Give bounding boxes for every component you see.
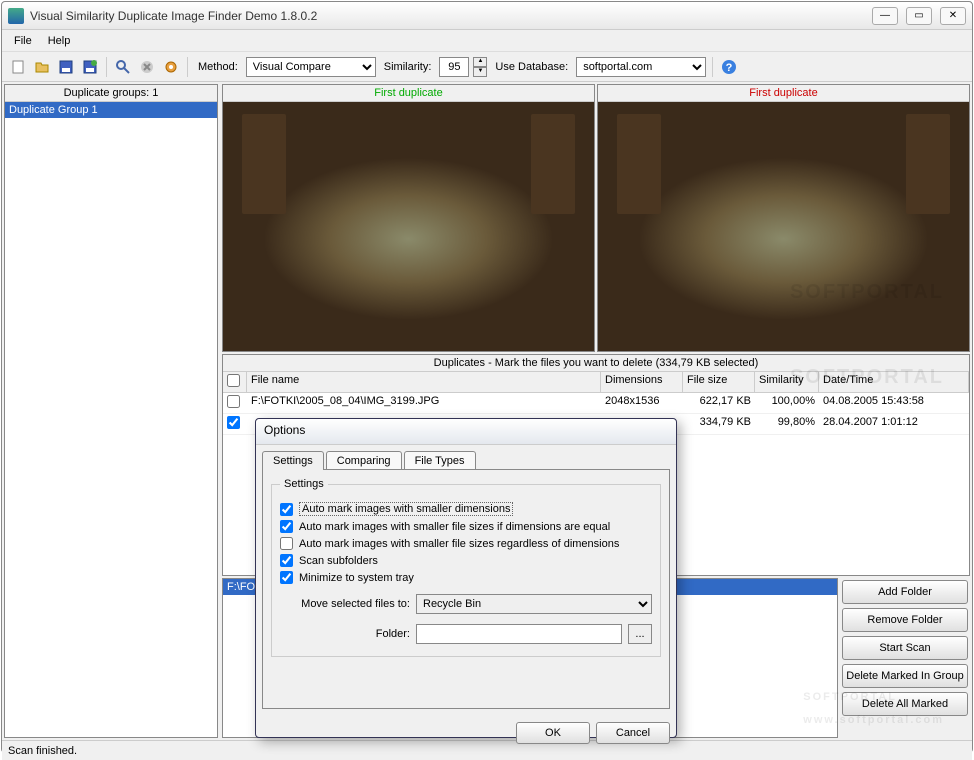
tab-filetypes[interactable]: File Types [404, 451, 476, 470]
move-to-select[interactable]: Recycle Bin [416, 594, 652, 614]
menu-help[interactable]: Help [40, 33, 79, 49]
settings-fieldset: Settings Auto mark images with smaller d… [271, 478, 661, 657]
col-filename[interactable]: File name [247, 372, 601, 392]
folder-label: Folder: [280, 628, 410, 640]
action-buttons: Add Folder Remove Folder Start Scan Dele… [840, 578, 970, 738]
row-checkbox[interactable] [227, 395, 240, 408]
add-folder-button[interactable]: Add Folder [842, 580, 968, 604]
cb-label: Auto mark images with smaller file sizes… [299, 538, 619, 550]
table-header: File name Dimensions File size Similarit… [223, 372, 969, 393]
cell-datetime: 28.04.2007 1:01:12 [819, 414, 969, 434]
start-scan-button[interactable]: Start Scan [842, 636, 968, 660]
settings-icon[interactable] [161, 57, 181, 77]
preview-right: First duplicate [597, 84, 970, 352]
move-to-label: Move selected files to: [280, 598, 410, 610]
preview-left: First duplicate [222, 84, 595, 352]
search-icon[interactable] [113, 57, 133, 77]
help-icon[interactable]: ? [719, 57, 739, 77]
col-dimensions[interactable]: Dimensions [601, 372, 683, 392]
status-text: Scan finished. [8, 745, 77, 757]
new-icon[interactable] [8, 57, 28, 77]
maximize-button[interactable]: ▭ [906, 7, 932, 25]
fieldset-legend: Settings [280, 478, 328, 490]
cell-filesize: 622,17 KB [683, 393, 755, 413]
cell-datetime: 04.08.2005 15:43:58 [819, 393, 969, 413]
col-filesize[interactable]: File size [683, 372, 755, 392]
remove-folder-button[interactable]: Remove Folder [842, 608, 968, 632]
dialog-tabs: Settings Comparing File Types [262, 451, 670, 470]
dialog-body: Settings Auto mark images with smaller d… [262, 469, 670, 709]
window-title: Visual Similarity Duplicate Image Finder… [30, 9, 872, 23]
usedb-label: Use Database: [495, 61, 568, 73]
browse-button[interactable]: ... [628, 624, 652, 644]
menu-file[interactable]: File [6, 33, 40, 49]
cb-label: Minimize to system tray [299, 572, 414, 584]
similarity-spinner[interactable]: ▲ ▼ [473, 57, 487, 77]
col-datetime[interactable]: Date/Time [819, 372, 969, 392]
save-icon[interactable] [56, 57, 76, 77]
cb-label: Auto mark images with smaller dimensions [299, 502, 513, 516]
folder-input[interactable] [416, 624, 622, 644]
table-row[interactable]: F:\FOTKI\2005_08_04\IMG_3199.JPG 2048x15… [223, 393, 969, 414]
delete-marked-group-button[interactable]: Delete Marked In Group [842, 664, 968, 688]
group-item[interactable]: Duplicate Group 1 [5, 102, 217, 118]
cb-smaller-filesize-equal[interactable] [280, 520, 293, 533]
cell-filesize: 334,79 KB [683, 414, 755, 434]
tab-settings[interactable]: Settings [262, 451, 324, 470]
cell-similarity: 100,00% [755, 393, 819, 413]
cell-similarity: 99,80% [755, 414, 819, 434]
menubar: File Help [2, 30, 972, 52]
open-icon[interactable] [32, 57, 52, 77]
cb-label: Scan subfolders [299, 555, 378, 567]
titlebar: Visual Similarity Duplicate Image Finder… [2, 2, 972, 30]
method-label: Method: [198, 61, 238, 73]
preview-left-label: First duplicate [223, 85, 594, 102]
separator [187, 57, 188, 77]
preview-right-image [598, 102, 969, 351]
groups-panel: Duplicate groups: 1 Duplicate Group 1 [4, 84, 218, 738]
cb-scan-subfolders[interactable] [280, 554, 293, 567]
minimize-button[interactable]: — [872, 7, 898, 25]
close-button[interactable]: ✕ [940, 7, 966, 25]
similarity-label: Similarity: [384, 61, 432, 73]
duplicates-header: Duplicates - Mark the files you want to … [223, 355, 969, 372]
row-checkbox[interactable] [227, 416, 240, 429]
preview-row: First duplicate First duplicate [222, 84, 970, 352]
spinner-up-icon[interactable]: ▲ [473, 57, 487, 67]
cell-filename: F:\FOTKI\2005_08_04\IMG_3199.JPG [247, 393, 601, 413]
method-select[interactable]: Visual Compare [246, 57, 376, 77]
app-icon [8, 8, 24, 24]
dialog-title: Options [256, 419, 676, 445]
cb-smaller-filesize-regardless[interactable] [280, 537, 293, 550]
database-select[interactable]: softportal.com [576, 57, 706, 77]
saveas-icon[interactable] [80, 57, 100, 77]
col-check[interactable] [223, 372, 247, 392]
spinner-down-icon[interactable]: ▼ [473, 67, 487, 77]
similarity-input[interactable] [439, 57, 469, 77]
cell-dimensions: 2048x1536 [601, 393, 683, 413]
cb-label: Auto mark images with smaller file sizes… [299, 521, 610, 533]
separator [106, 57, 107, 77]
preview-right-label: First duplicate [598, 85, 969, 102]
toolbar: Method: Visual Compare Similarity: ▲ ▼ U… [2, 52, 972, 82]
groups-header: Duplicate groups: 1 [5, 85, 217, 102]
tab-comparing[interactable]: Comparing [326, 451, 402, 470]
options-dialog: Options Settings Comparing File Types Se… [255, 418, 677, 738]
col-similarity[interactable]: Similarity [755, 372, 819, 392]
svg-text:?: ? [726, 62, 733, 74]
ok-button[interactable]: OK [516, 722, 590, 744]
cancel-button[interactable]: Cancel [596, 722, 670, 744]
cb-smaller-dimensions[interactable] [280, 503, 293, 516]
window-controls: — ▭ ✕ [872, 7, 966, 25]
dialog-buttons: OK Cancel [256, 716, 676, 750]
delete-all-marked-button[interactable]: Delete All Marked [842, 692, 968, 716]
preview-left-image [223, 102, 594, 351]
stop-icon[interactable] [137, 57, 157, 77]
cb-minimize-tray[interactable] [280, 571, 293, 584]
separator [712, 57, 713, 77]
